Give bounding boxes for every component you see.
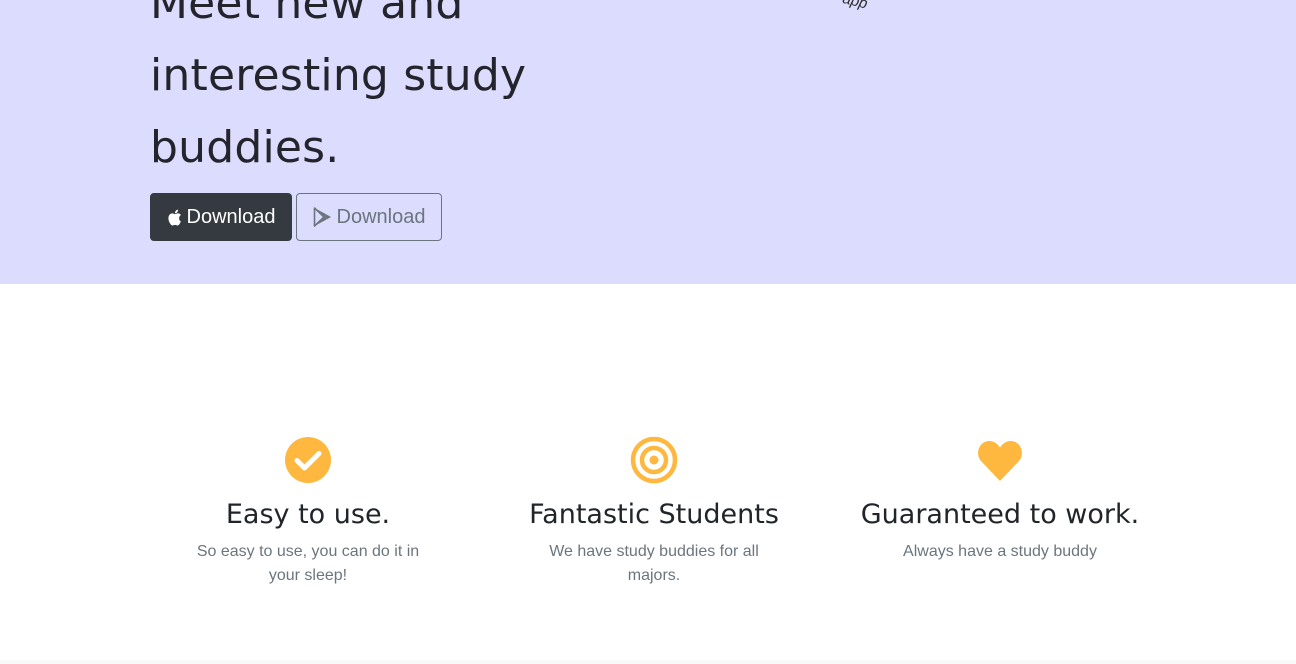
feature-title: Fantastic Students [529, 499, 779, 530]
feature-card: Fantastic Students We have study buddies… [504, 436, 804, 588]
section-divider [0, 660, 1296, 664]
hero-title-line: Meet new and [150, 0, 464, 29]
hero-title-line: interesting study [150, 50, 527, 101]
hero-section: Meet new and interesting study buddies. … [0, 0, 1296, 284]
heart-icon [978, 441, 1022, 481]
check-circle-icon [285, 437, 331, 483]
feature-title: Easy to use. [225, 499, 391, 530]
download-button-label: Download [186, 205, 276, 228]
google-play-icon [313, 207, 332, 227]
feature-title: Guaranteed to work. [860, 499, 1140, 530]
feature-text: Always have a study buddy [903, 543, 1097, 560]
hero-app-image: app [840, 0, 870, 13]
feature-card: Guaranteed to work. Always have a study … [850, 436, 1150, 564]
hero-title: Meet new and interesting study buddies. [150, 0, 670, 184]
feature-text: We have study buddies for all majors. [549, 543, 759, 584]
feature-card: Easy to use. So easy to use, you can do … [158, 436, 458, 588]
bullseye-icon [630, 436, 678, 484]
apple-icon [167, 209, 182, 226]
download-app-store-button[interactable]: Download [150, 193, 292, 241]
download-google-play-button[interactable]: Download [296, 193, 442, 241]
hero-title-line: buddies. [150, 122, 340, 173]
features-section: Easy to use. So easy to use, you can do … [0, 284, 1296, 664]
download-button-label: Download [336, 205, 426, 228]
feature-text: So easy to use, you can do it in your sl… [196, 543, 420, 584]
